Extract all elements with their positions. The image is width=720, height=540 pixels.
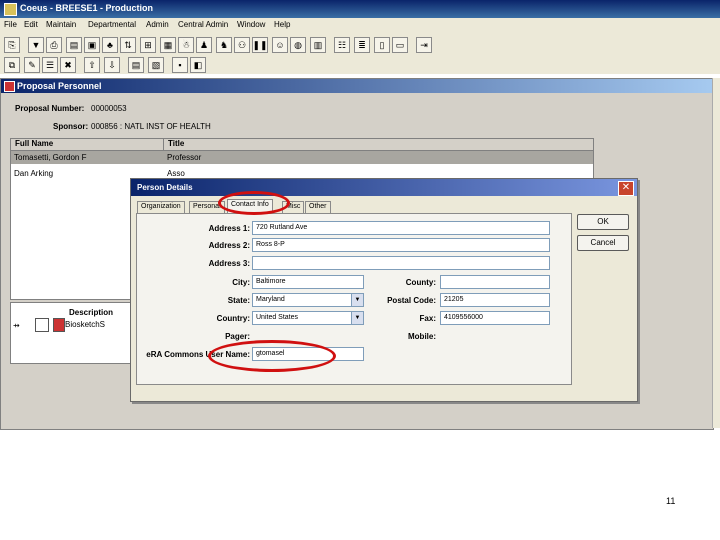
mobile-label: Mobile: bbox=[408, 332, 436, 341]
state-label: State: bbox=[227, 296, 250, 305]
column-header-full-name[interactable]: Full Name bbox=[11, 139, 163, 151]
grid-icon[interactable]: ▦ bbox=[160, 37, 176, 53]
app-title: Coeus - BREESE1 - Production bbox=[20, 3, 154, 13]
attachment-name[interactable]: BiosketchS bbox=[65, 320, 105, 329]
close-doc-icon[interactable]: ◧ bbox=[190, 57, 206, 73]
delete-icon[interactable]: ✖ bbox=[60, 57, 76, 73]
menu-central-admin[interactable]: Central Admin bbox=[178, 20, 228, 29]
dialog-title: Person Details bbox=[137, 183, 193, 192]
globe-icon[interactable]: ◍ bbox=[290, 37, 306, 53]
page-number: 11 bbox=[666, 496, 676, 506]
people-icon[interactable]: ♣ bbox=[102, 37, 118, 53]
tab-organization[interactable]: Organization bbox=[137, 201, 185, 213]
row-name: Tomasetti, Gordon F bbox=[14, 153, 87, 162]
pause-icon[interactable]: ❚❚ bbox=[252, 37, 268, 53]
county-field[interactable] bbox=[440, 275, 550, 289]
chevron-down-icon[interactable]: ▼ bbox=[351, 312, 363, 324]
window-icon[interactable]: ▭ bbox=[392, 37, 408, 53]
postal-code-label: Postal Code: bbox=[387, 296, 436, 305]
menu-file[interactable]: File bbox=[4, 20, 17, 29]
open-icon[interactable]: ⎘ bbox=[4, 37, 20, 53]
highlight-oval-era bbox=[208, 340, 336, 372]
save-icon[interactable]: ▤ bbox=[66, 37, 82, 53]
edit-icon[interactable]: ✎ bbox=[24, 57, 40, 73]
city-field[interactable]: Baltimore bbox=[252, 275, 364, 289]
attachment-link-icon[interactable]: ⇸ bbox=[13, 321, 20, 330]
face-icon[interactable]: ☺ bbox=[272, 37, 288, 53]
app-title-bar: Coeus - BREESE1 - Production bbox=[0, 0, 720, 18]
address2-label: Address 2: bbox=[208, 241, 250, 250]
tab-other[interactable]: Other bbox=[305, 201, 331, 213]
arrows-icon[interactable]: ⇅ bbox=[120, 37, 136, 53]
row-title: Asso bbox=[167, 169, 185, 178]
report-icon[interactable]: ☷ bbox=[334, 37, 350, 53]
pdf-icon[interactable]: ▧ bbox=[148, 57, 164, 73]
filter-icon[interactable]: ▼ bbox=[28, 37, 44, 53]
tree-icon[interactable]: ⊞ bbox=[140, 37, 156, 53]
postal-code-field[interactable]: 21205 bbox=[440, 293, 550, 307]
pager-label: Pager: bbox=[225, 332, 250, 341]
fax-label: Fax: bbox=[419, 314, 436, 323]
pdf-icon bbox=[53, 318, 65, 332]
window-title: Proposal Personnel bbox=[17, 81, 102, 91]
country-value: United States bbox=[256, 314, 299, 321]
close-icon[interactable]: ✕ bbox=[618, 181, 634, 196]
proposal-number-label: Proposal Number: bbox=[15, 104, 85, 113]
list-icon[interactable]: ≣ bbox=[354, 37, 370, 53]
money-icon[interactable]: ▥ bbox=[310, 37, 326, 53]
dialog-title-bar: Person Details ✕ bbox=[131, 179, 637, 196]
app-icon bbox=[4, 3, 17, 16]
address3-field[interactable] bbox=[252, 256, 550, 270]
sponsor-label: Sponsor: bbox=[53, 122, 89, 131]
person2-icon[interactable]: ♟ bbox=[196, 37, 212, 53]
menu-window[interactable]: Window bbox=[237, 20, 265, 29]
description-header: Description bbox=[69, 308, 114, 317]
up-icon[interactable]: ⇧ bbox=[84, 57, 100, 73]
copy-icon[interactable]: ⧉ bbox=[4, 57, 20, 73]
city-label: City: bbox=[232, 278, 250, 287]
people2-icon[interactable]: ⚇ bbox=[234, 37, 250, 53]
vertical-scrollbar[interactable] bbox=[712, 78, 720, 428]
sheet-icon[interactable]: ▤ bbox=[128, 57, 144, 73]
proposal-number-value: 00000053 bbox=[91, 104, 127, 113]
address3-label: Address 3: bbox=[208, 259, 250, 268]
ok-button[interactable]: OK bbox=[577, 214, 629, 230]
fax-field[interactable]: 4109556000 bbox=[440, 311, 550, 325]
menu-bar: File Edit Maintain Departmental Admin Ce… bbox=[0, 18, 720, 34]
address2-field[interactable]: Ross 8-P bbox=[252, 238, 550, 252]
menu-maintain[interactable]: Maintain bbox=[46, 20, 76, 29]
row-title: Professor bbox=[167, 153, 202, 162]
sponsor-value: 000856 : NATL INST OF HEALTH bbox=[91, 122, 211, 131]
table-row[interactable]: Tomasetti, Gordon F Professor bbox=[11, 151, 593, 164]
folder-icon[interactable]: ▣ bbox=[84, 37, 100, 53]
person-icon[interactable]: ☃ bbox=[178, 37, 194, 53]
menu-edit[interactable]: Edit bbox=[24, 20, 38, 29]
county-label: County: bbox=[405, 278, 436, 287]
save-disk-icon[interactable]: ▪ bbox=[172, 57, 188, 73]
chevron-down-icon[interactable]: ▼ bbox=[351, 294, 363, 306]
menu-admin[interactable]: Admin bbox=[146, 20, 169, 29]
highlight-oval-contact-tab bbox=[218, 191, 290, 215]
secondary-toolbar: ⧉ ✎ ☰ ✖ ⇧ ⇩ ▤ ▧ ▪ ◧ bbox=[0, 53, 720, 76]
cancel-button[interactable]: Cancel bbox=[577, 235, 629, 251]
print-icon[interactable]: ⎙ bbox=[46, 37, 62, 53]
address1-label: Address 1: bbox=[208, 224, 250, 233]
state-select[interactable]: Maryland ▼ bbox=[252, 293, 364, 307]
window-icon-small bbox=[4, 81, 15, 92]
export-icon[interactable]: ⇥ bbox=[416, 37, 432, 53]
column-header-title[interactable]: Title bbox=[163, 139, 593, 151]
country-label: Country: bbox=[216, 314, 250, 323]
person3-icon[interactable]: ♞ bbox=[216, 37, 232, 53]
state-value: Maryland bbox=[256, 296, 285, 303]
columns-icon[interactable]: ▯ bbox=[374, 37, 390, 53]
menu-help[interactable]: Help bbox=[274, 20, 290, 29]
attachment-checkbox[interactable] bbox=[35, 318, 49, 332]
down-icon[interactable]: ⇩ bbox=[104, 57, 120, 73]
address1-field[interactable]: 720 Rutland Ave bbox=[252, 221, 550, 235]
sheet-list-icon[interactable]: ☰ bbox=[42, 57, 58, 73]
row-name: Dan Arking bbox=[14, 169, 54, 178]
window-caption: Proposal Personnel bbox=[1, 79, 713, 93]
country-select[interactable]: United States ▼ bbox=[252, 311, 364, 325]
menu-departmental[interactable]: Departmental bbox=[88, 20, 136, 29]
